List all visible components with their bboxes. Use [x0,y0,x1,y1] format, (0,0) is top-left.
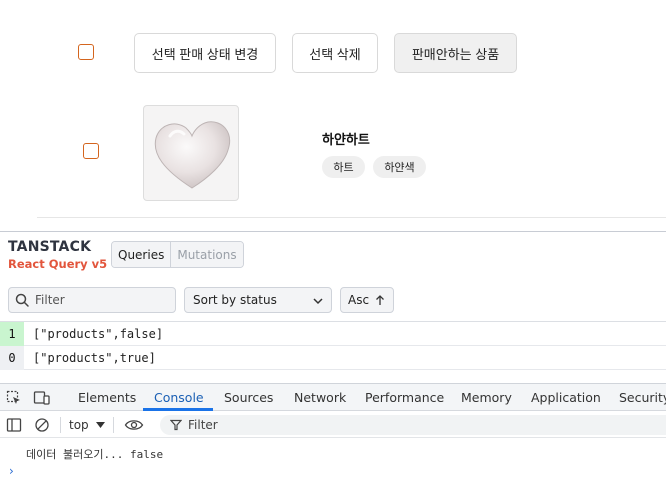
arrow-up-icon [376,295,385,305]
query-row[interactable]: 0 ["products",true] [0,345,666,370]
console-filter-placeholder: Filter [188,418,218,432]
context-select[interactable]: top [69,418,89,432]
tanstack-logo[interactable]: TANSTACK [8,239,91,255]
react-query-logo[interactable]: React Query v5 [8,257,107,271]
tab-console[interactable]: Console [154,390,204,405]
view-toggle: Queries Mutations [111,241,244,268]
observer-count: 1 [0,321,24,346]
delete-selected-button[interactable]: 선택 삭제 [292,33,378,73]
console-toolbar: top Filter [0,412,666,438]
filter-placeholder: Filter [35,293,65,307]
tab-elements[interactable]: Elements [78,390,136,405]
inspect-element-icon[interactable] [6,390,22,406]
select-all-checkbox[interactable] [78,44,94,60]
product-admin-panel: 선택 판매 상태 변경 선택 삭제 판매안하는 상품 하얀하트 하트 하얀색 [0,0,666,231]
filter-icon [170,419,182,431]
observer-count: 0 [0,345,24,370]
tab-sources[interactable]: Sources [224,390,273,405]
product-name: 하얀하트 [322,133,370,148]
console-log-line: 데이터 불러오기... false [26,448,164,461]
product-tag: 하트 [322,156,365,178]
chevron-down-icon [313,298,323,305]
heart-image [154,121,230,189]
search-icon [15,293,29,307]
device-toolbar-icon[interactable] [33,390,51,406]
query-filter-input[interactable]: Filter [8,287,176,313]
tab-queries[interactable]: Queries [112,242,172,267]
console-filter-input[interactable]: Filter [160,415,666,435]
sort-select-value: Sort by status [193,293,277,307]
sidebar-toggle-icon[interactable] [6,417,22,433]
react-query-devtools-panel: TANSTACK React Query v5 Queries Mutation… [0,231,666,383]
active-tab-indicator [143,408,213,411]
query-key: ["products",true] [33,350,156,365]
eye-icon[interactable] [124,418,144,432]
product-tag: 하얀색 [373,156,426,178]
tab-application[interactable]: Application [531,390,601,405]
toolbar-divider [60,417,61,433]
caret-down-icon[interactable] [96,422,105,428]
product-thumbnail [143,105,239,201]
query-row[interactable]: 1 ["products",false] [0,321,666,346]
clear-console-icon[interactable] [34,417,50,433]
query-key: ["products",false] [33,326,164,341]
tab-security[interactable]: Security [619,390,666,405]
sort-order-label: Asc [348,293,370,307]
tab-performance[interactable]: Performance [365,390,444,405]
sort-order-button[interactable]: Asc [340,287,394,313]
console-prompt-icon[interactable]: › [9,464,14,478]
product-row-checkbox[interactable] [83,143,99,159]
browser-devtools: Elements Console Sources Network Perform… [0,383,666,498]
toolbar-divider [113,417,114,433]
unsold-products-button[interactable]: 판매안하는 상품 [394,33,517,73]
devtools-tab-bar: Elements Console Sources Network Perform… [0,384,666,411]
tab-memory[interactable]: Memory [461,390,512,405]
change-sale-status-button[interactable]: 선택 판매 상태 변경 [134,33,276,73]
tab-mutations[interactable]: Mutations [171,242,243,267]
row-divider [37,217,666,218]
sort-select[interactable]: Sort by status [184,287,332,313]
tab-network[interactable]: Network [294,390,346,405]
